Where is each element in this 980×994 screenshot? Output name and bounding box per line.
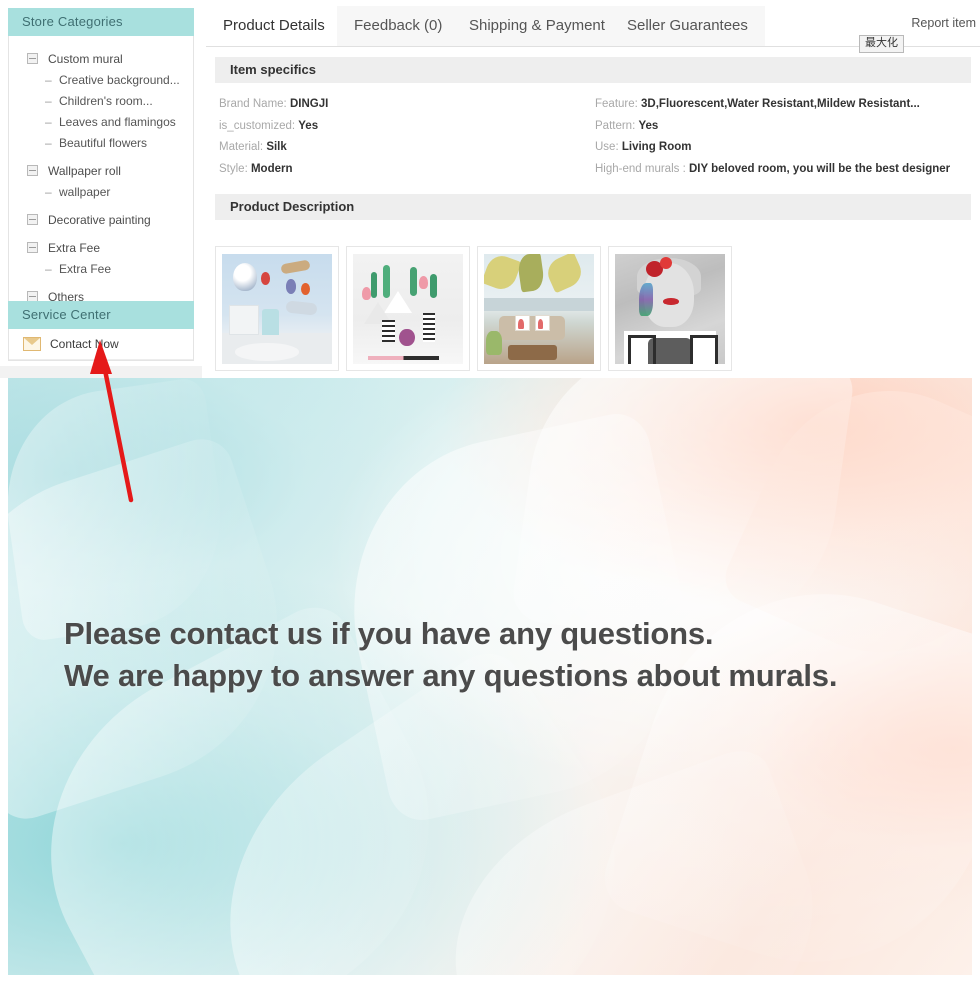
sidebar-item-label: Beautiful flowers [59, 135, 148, 150]
banner-line-2: We are happy to answer any questions abo… [64, 658, 838, 693]
thumbnail-item[interactable]: nursery-hot-air-balloons-mural [215, 246, 339, 371]
store-categories-panel: Store Categories Custom mural – Creative… [8, 8, 194, 322]
sidebar-item-label: Leaves and flamingos [59, 114, 176, 129]
spec-value: DIY beloved room, you will be the best d… [688, 162, 951, 175]
service-center-panel: Service Center Contact Now [8, 301, 194, 361]
tab-bar: Product Details Feedback (0) Shipping & … [206, 0, 980, 53]
sidebar-item-label: Extra Fee [48, 240, 101, 255]
specs-left-column: Brand Name: DINGJI is_customized: Yes Ma… [219, 94, 328, 180]
palm-leaves-flamingo-sofa-mural-image [484, 254, 594, 364]
thumbnail-item[interactable]: marilyn-monroe-graffiti-mural [608, 246, 732, 371]
sidebar-item-label: Extra Fee [59, 261, 112, 276]
contact-now-label: Contact Now [50, 337, 119, 351]
nursery-hot-air-balloons-mural-image [222, 254, 332, 364]
tab-seller-guarantees[interactable]: Seller Guarantees [610, 6, 765, 46]
store-categories-list: Custom mural – Creative background... – … [8, 36, 194, 322]
dash-icon: – [45, 114, 52, 129]
product-thumbnail-gallery: nursery-hot-air-balloons-mural cactus-fl… [215, 246, 732, 371]
maximize-tooltip: 最大化 [859, 35, 904, 53]
sidebar-item-childrens-room[interactable]: – Children's room... [9, 90, 193, 111]
expand-box-icon[interactable] [27, 214, 38, 225]
sidebar-item-label: Custom mural [48, 51, 123, 66]
spec-row: Feature: 3D,Fluorescent,Water Resistant,… [595, 94, 950, 116]
sidebar-item-extra-fee-child[interactable]: – Extra Fee [9, 258, 193, 279]
product-description-header: Product Description [215, 194, 971, 220]
spec-row: Material: Silk [219, 137, 328, 159]
sidebar-item-wallpaper[interactable]: – wallpaper [9, 181, 193, 202]
spec-value: Living Room [621, 141, 692, 153]
item-specifics-table: Brand Name: DINGJI is_customized: Yes Ma… [215, 94, 971, 182]
dash-icon: – [45, 261, 52, 276]
product-main-panel: Product Details Feedback (0) Shipping & … [206, 0, 980, 378]
tab-shipping-payment[interactable]: Shipping & Payment [452, 6, 622, 46]
banner-line-1: Please contact us if you have any questi… [64, 616, 714, 651]
specs-right-column: Feature: 3D,Fluorescent,Water Resistant,… [595, 94, 950, 180]
sidebar-item-leaves-and-flamingos[interactable]: – Leaves and flamingos [9, 111, 193, 132]
spec-value: DINGJI [289, 98, 329, 110]
spec-key: Feature: [595, 98, 638, 110]
envelope-icon [23, 337, 41, 351]
spec-row: Brand Name: DINGJI [219, 94, 328, 116]
expand-box-icon[interactable] [27, 53, 38, 64]
dash-icon: – [45, 72, 52, 87]
spec-value: Modern [250, 162, 293, 175]
spec-key: is_customized: [219, 119, 296, 132]
spec-value: Yes [298, 119, 319, 132]
sidebar-item-wallpaper-roll[interactable]: Wallpaper roll [9, 160, 193, 181]
sidebar-bottom-strip [0, 366, 202, 378]
spec-key: Brand Name: [219, 98, 287, 110]
cactus-flamingo-geometric-mural-image [353, 254, 463, 364]
service-center-header: Service Center [8, 301, 194, 329]
tab-feedback[interactable]: Feedback (0) [337, 6, 460, 46]
spec-key: Pattern: [595, 119, 636, 132]
spec-key: Material: [219, 141, 264, 153]
contact-now-row[interactable]: Contact Now [9, 329, 193, 360]
sidebar-item-extra-fee[interactable]: Extra Fee [9, 237, 193, 258]
spec-row: High-end murals : DIY beloved room, you … [595, 159, 950, 181]
dash-icon: – [45, 184, 52, 199]
spec-value: Yes [638, 119, 659, 132]
spec-row: Pattern: Yes [595, 116, 950, 138]
sidebar-item-decorative-painting[interactable]: Decorative painting [9, 209, 193, 230]
sidebar-item-beautiful-flowers[interactable]: – Beautiful flowers [9, 132, 193, 153]
sidebar-item-label: Wallpaper roll [48, 163, 121, 178]
spec-key: Style: [219, 162, 248, 175]
thumbnail-item[interactable]: cactus-flamingo-geometric-mural [346, 246, 470, 371]
expand-box-icon[interactable] [27, 165, 38, 176]
spec-key: High-end murals : [595, 162, 686, 175]
spec-value: Silk [266, 141, 287, 153]
sidebar-item-creative-background[interactable]: – Creative background... [9, 69, 193, 90]
sidebar-item-custom-mural[interactable]: Custom mural [9, 48, 193, 69]
sidebar-item-label: Children's room... [59, 93, 153, 108]
spec-row: Use: Living Room [595, 137, 950, 159]
spec-key: Use: [595, 141, 619, 153]
dash-icon: – [45, 93, 52, 108]
store-categories-header: Store Categories [8, 8, 194, 36]
sidebar-item-label: Decorative painting [48, 212, 151, 227]
spec-value: 3D,Fluorescent,Water Resistant,Mildew Re… [641, 98, 920, 110]
thumbnail-item[interactable]: palm-leaves-flamingo-sofa-mural [477, 246, 601, 371]
sidebar-left-margin [0, 0, 8, 378]
tab-product-details[interactable]: Product Details [206, 6, 342, 46]
spec-row: Style: Modern [219, 159, 328, 181]
item-specifics-header: Item specifics [215, 57, 971, 83]
page-top-section: Store Categories Custom mural – Creative… [0, 0, 980, 378]
spec-row: is_customized: Yes [219, 116, 328, 138]
sidebar-item-label: Creative background... [59, 72, 180, 87]
service-center-list: Contact Now [8, 329, 194, 361]
marilyn-monroe-graffiti-mural-image [615, 254, 725, 364]
sidebar-item-label: wallpaper [59, 184, 111, 199]
contact-banner: Please contact us if you have any questi… [8, 378, 972, 975]
dash-icon: – [45, 135, 52, 150]
report-item-link[interactable]: Report item [911, 16, 976, 30]
expand-box-icon[interactable] [27, 242, 38, 253]
